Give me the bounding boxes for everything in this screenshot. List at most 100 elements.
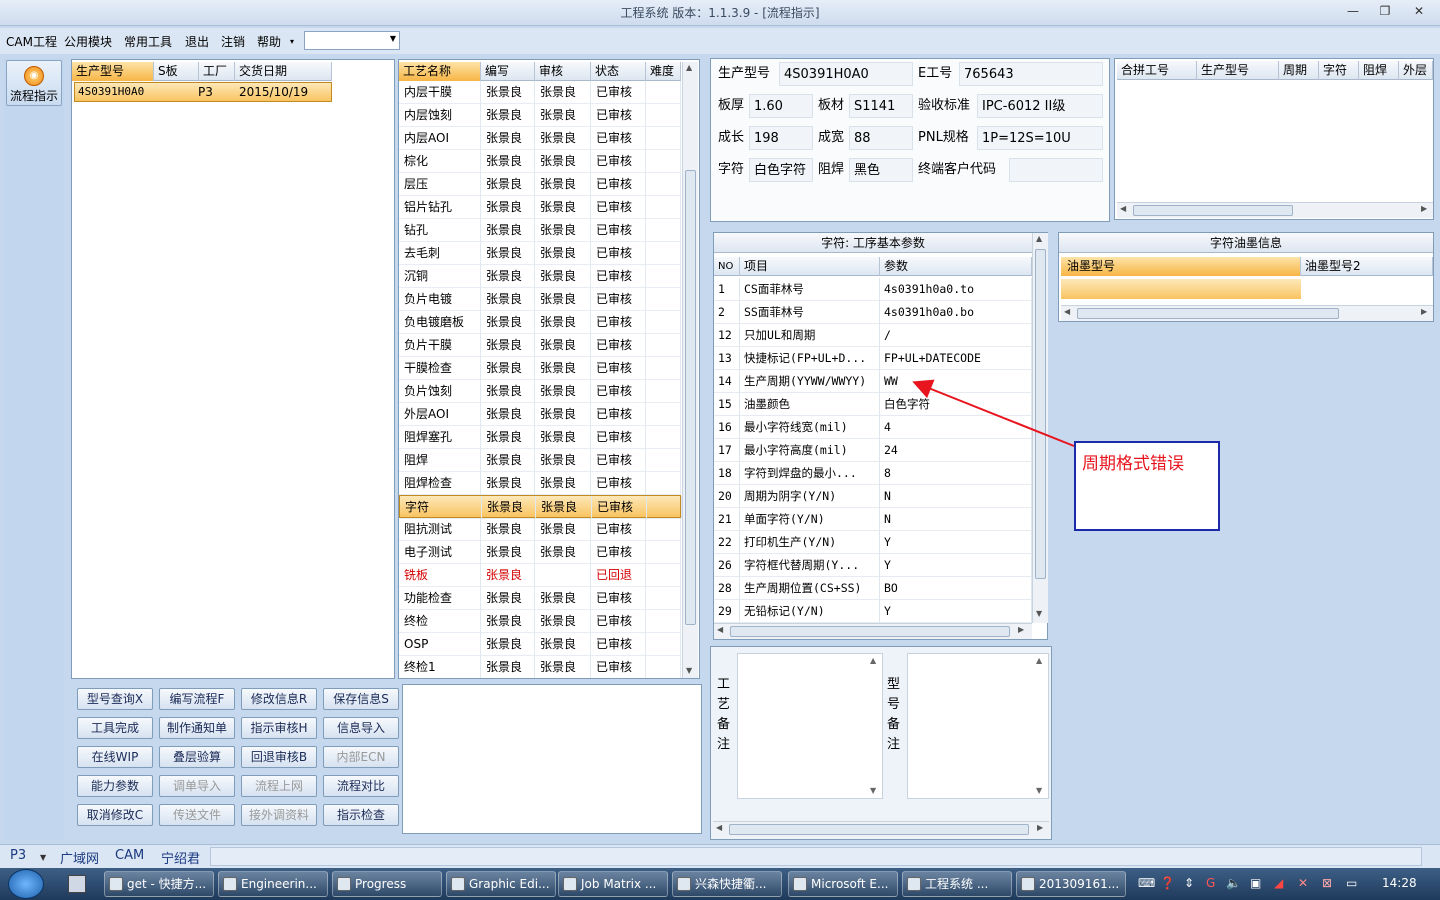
action-button[interactable]: 信息导入: [323, 717, 399, 739]
taskbar-item[interactable]: get - 快捷方...: [104, 871, 214, 897]
table-row[interactable]: 20 周期为阴字(Y/N) N: [714, 485, 1032, 508]
tray-arrow-icon[interactable]: ⇕: [1184, 876, 1194, 890]
action-button[interactable]: 叠层验算: [159, 746, 235, 768]
col-combine-mask[interactable]: 阻焊: [1359, 61, 1399, 80]
col-process-name[interactable]: 工艺名称: [399, 62, 481, 81]
table-row[interactable]: 阻焊塞孔 张景良 张景良 已审核: [399, 426, 681, 449]
start-button[interactable]: [8, 869, 44, 899]
ink-hscroll[interactable]: ◀ ▶: [1061, 305, 1433, 321]
table-row[interactable]: 阻焊检查 张景良 张景良 已审核: [399, 472, 681, 495]
table-row[interactable]: 1 CS面菲林号 4s0391h0a0.to: [714, 278, 1032, 301]
menu-exit[interactable]: 退出: [185, 33, 209, 50]
col-ink-model2[interactable]: 油墨型号2: [1301, 257, 1433, 276]
action-button[interactable]: 工具完成: [77, 717, 153, 739]
col-prod-model[interactable]: 生产型号: [72, 62, 154, 81]
scroll-right-icon[interactable]: ▶: [1421, 307, 1427, 316]
table-row[interactable]: 内层AOI 张景良 张景良 已审核: [399, 127, 681, 150]
table-row[interactable]: 12 只加UL和周期 /: [714, 324, 1032, 347]
x-tray-icon[interactable]: ✕: [1298, 876, 1308, 890]
restore-button[interactable]: ❐: [1374, 3, 1396, 19]
scroll-down-icon[interactable]: ▼: [1036, 609, 1042, 618]
table-row[interactable]: 终检 张景良 张景良 已审核: [399, 610, 681, 633]
taskbar-item[interactable]: Progress: [332, 871, 442, 897]
col-combine-model[interactable]: 生产型号: [1197, 61, 1279, 80]
table-row[interactable]: 阻焊 张景良 张景良 已审核: [399, 449, 681, 472]
col-ink-model[interactable]: 油墨型号: [1061, 257, 1301, 276]
process-scrollbar[interactable]: ▲ ▼: [682, 62, 698, 678]
taskbar-item[interactable]: 201309161...: [1016, 871, 1126, 897]
status-factory[interactable]: P3: [10, 848, 26, 863]
col-status[interactable]: 状态: [591, 62, 646, 81]
monitor-icon[interactable]: ▭: [1346, 876, 1357, 890]
table-row[interactable]: 负电镀磨板 张景良 张景良 已审核: [399, 311, 681, 334]
action-button[interactable]: 修改信息R: [241, 688, 317, 710]
action-button[interactable]: 能力参数: [77, 775, 153, 797]
table-row[interactable]: 钻孔 张景良 张景良 已审核: [399, 219, 681, 242]
table-row[interactable]: 电子测试 张景良 张景良 已审核: [399, 541, 681, 564]
close-button[interactable]: ✕: [1408, 3, 1430, 19]
table-row[interactable]: 28 生产周期位置(CS+SS) BO: [714, 577, 1032, 600]
table-row[interactable]: 字符 张景良 张景良 已审核: [399, 495, 682, 519]
ink-row[interactable]: [1061, 279, 1301, 299]
chevron-down-icon[interactable]: ▼: [40, 853, 46, 862]
table-row[interactable]: 14 生产周期(YYWW/WWYY) WW: [714, 370, 1032, 393]
model-remark-box[interactable]: ▲ ▼: [907, 653, 1049, 799]
scroll-left-icon[interactable]: ◀: [1120, 204, 1126, 213]
col-delivery-date[interactable]: 交货日期: [235, 62, 332, 81]
table-row[interactable]: 外层AOI 张景良 张景良 已审核: [399, 403, 681, 426]
action-button[interactable]: 指示审核H: [241, 717, 317, 739]
table-row[interactable]: 内层干膜 张景良 张景良 已审核: [399, 81, 681, 104]
scroll-up-icon[interactable]: ▲: [870, 656, 876, 665]
quicklaunch-icon[interactable]: [68, 875, 86, 893]
action-button[interactable]: 内部ECN: [323, 746, 399, 768]
taskbar-item[interactable]: Job Matrix ...: [558, 871, 668, 897]
menu-cam[interactable]: CAM工程: [6, 33, 57, 50]
taskbar-item[interactable]: 工程系统 ...: [902, 871, 1012, 897]
action-button[interactable]: 流程上网: [241, 775, 317, 797]
table-row[interactable]: 负片蚀刻 张景良 张景良 已审核: [399, 380, 681, 403]
menu-more-arrow[interactable]: ▾: [290, 37, 294, 46]
table-row[interactable]: 功能检查 张景良 张景良 已审核: [399, 587, 681, 610]
scroll-right-icon[interactable]: ▶: [1037, 823, 1043, 832]
table-row[interactable]: 负片干膜 张景良 张景良 已审核: [399, 334, 681, 357]
menu-common-module[interactable]: 公用模块: [64, 33, 112, 50]
table-row[interactable]: 16 最小字符线宽(mil) 4: [714, 416, 1032, 439]
col-combine-cycle[interactable]: 周期: [1279, 61, 1319, 80]
scroll-left-icon[interactable]: ◀: [716, 823, 722, 832]
clock[interactable]: 14:28: [1382, 876, 1417, 890]
table-row[interactable]: 29 无铅标记(Y/N) Y: [714, 600, 1032, 623]
action-button[interactable]: 指示检查: [323, 804, 399, 826]
action-button[interactable]: 保存信息S: [323, 688, 399, 710]
table-row[interactable]: 22 打印机生产(Y/N) Y: [714, 531, 1032, 554]
menu-logout[interactable]: 注销: [221, 33, 245, 50]
flow-guide-button[interactable]: ◉ 流程指示: [6, 60, 62, 106]
app-tray-icon[interactable]: ▣: [1250, 876, 1261, 890]
table-row[interactable]: OSP 张景良 张景良 已审核: [399, 633, 681, 656]
scroll-thumb[interactable]: [1133, 205, 1293, 216]
col-factory[interactable]: 工厂: [199, 62, 235, 81]
action-button[interactable]: 回退审核B: [241, 746, 317, 768]
scroll-thumb[interactable]: [1077, 308, 1339, 319]
table-row[interactable]: 21 单面字符(Y/N) N: [714, 508, 1032, 531]
scroll-down-icon[interactable]: ▼: [1036, 786, 1042, 795]
table-row[interactable]: 2 SS面菲林号 4s0391h0a0.bo: [714, 301, 1032, 324]
action-button[interactable]: 传送文件: [159, 804, 235, 826]
table-row[interactable]: 13 快捷标记(FP+UL+D... FP+UL+DATECODE: [714, 347, 1032, 370]
table-row[interactable]: 18 字符到焊盘的最小... 8: [714, 462, 1032, 485]
table-row[interactable]: 去毛刺 张景良 张景良 已审核: [399, 242, 681, 265]
table-row[interactable]: 棕化 张景良 张景良 已审核: [399, 150, 681, 173]
scroll-right-icon[interactable]: ▶: [1421, 204, 1427, 213]
scroll-up-icon[interactable]: ▲: [1036, 234, 1042, 243]
col-param[interactable]: 参数: [880, 257, 1032, 276]
menu-help[interactable]: 帮助: [257, 33, 281, 50]
action-button[interactable]: 编写流程F: [159, 688, 235, 710]
params-hscroll[interactable]: ◀ ▶: [714, 623, 1032, 639]
action-button[interactable]: 调单导入: [159, 775, 235, 797]
table-row[interactable]: 铣板 张景良 已回退: [399, 564, 681, 587]
table-row[interactable]: 15 油墨颜色 白色字符: [714, 393, 1032, 416]
col-combine-outer[interactable]: 外层: [1399, 61, 1433, 80]
col-combine-eno[interactable]: 合拼工号: [1117, 61, 1197, 80]
table-row[interactable]: 层压 张景良 张景良 已审核: [399, 173, 681, 196]
action-button[interactable]: 在线WIP: [77, 746, 153, 768]
action-button[interactable]: 流程对比: [323, 775, 399, 797]
